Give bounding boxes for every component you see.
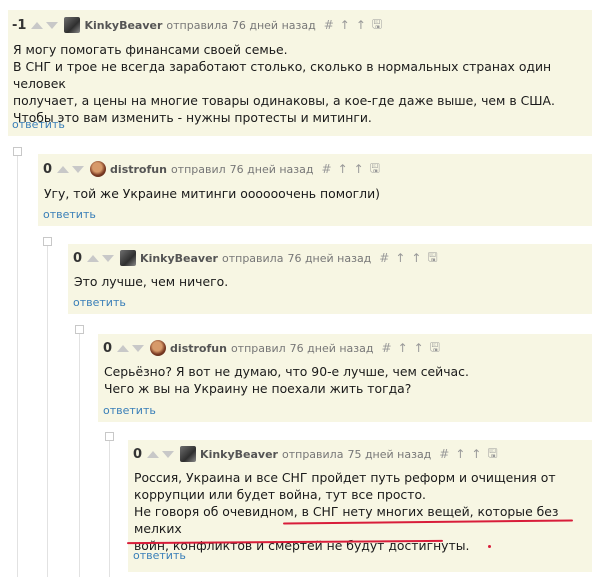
thread-icon[interactable]: ↑ — [356, 18, 366, 32]
collapse-toggle[interactable] — [105, 432, 114, 441]
username[interactable]: distrofun — [170, 342, 227, 355]
downvote-icon[interactable] — [46, 21, 59, 29]
comment-line: Угу, той же Украине митинги оооооочень п… — [44, 186, 380, 201]
action-text: отправил — [230, 341, 286, 355]
comment-line: Чего ж вы на Украину не поехали жить тог… — [104, 381, 412, 396]
username[interactable]: distrofun — [110, 163, 167, 176]
comment-line: Это лучше, чем ничего. — [74, 274, 229, 289]
upvote-icon[interactable] — [147, 450, 160, 458]
thread-line — [47, 242, 48, 577]
comment-line: Серьёзно? Я вот не думаю, что 90-е лучше… — [104, 364, 469, 379]
thread-icon[interactable]: ↑ — [354, 162, 364, 176]
upvote-icon[interactable] — [31, 21, 44, 29]
upvote-icon[interactable] — [87, 254, 100, 262]
user-avatar[interactable] — [90, 161, 107, 177]
action-text: отправила — [221, 251, 284, 265]
upvote-icon[interactable] — [57, 165, 70, 173]
anchor-icon[interactable]: # — [439, 447, 449, 461]
username[interactable]: KinkyBeaver — [84, 19, 162, 32]
parent-icon[interactable]: ↑ — [395, 251, 405, 265]
comment-line: В СНГ и трое не всегда заработают стольк… — [13, 59, 552, 91]
comment-body: Я могу помогать финансами своей семье. В… — [13, 41, 588, 126]
save-icon[interactable]: 🖫 — [427, 248, 437, 269]
rating: -1 — [12, 17, 27, 33]
downvote-icon[interactable] — [132, 344, 145, 352]
save-icon[interactable]: 🖫 — [372, 15, 382, 36]
collapse-toggle[interactable] — [43, 237, 52, 246]
comment-1: -1 KinkyBeaver отправила 76 дней назад #… — [8, 10, 592, 136]
username[interactable]: KinkyBeaver — [200, 448, 278, 461]
save-icon[interactable]: 🖫 — [430, 338, 440, 359]
annotation-dot — [488, 545, 491, 548]
action-text: отправил — [170, 162, 226, 176]
parent-icon[interactable]: ↑ — [340, 18, 350, 32]
anchor-icon[interactable]: # — [379, 251, 389, 265]
comment-header: 0 distrofun отправил 76 дней назад # ↑ ↑… — [103, 336, 446, 360]
timestamp[interactable]: 75 дней назад — [347, 448, 431, 461]
collapse-toggle[interactable] — [13, 147, 22, 156]
thread-icon[interactable]: ↑ — [471, 447, 481, 461]
downvote-icon[interactable] — [72, 165, 85, 173]
comment-header: 0 KinkyBeaver отправила 75 дней назад # … — [133, 442, 504, 466]
thread-line — [109, 437, 110, 577]
collapse-toggle[interactable] — [75, 325, 84, 334]
reply-link[interactable]: ответить — [43, 208, 96, 221]
comment-line: Чтобы это вам изменить - нужны протесты … — [13, 110, 372, 125]
comment-line: Я могу помогать финансами своей семье. — [13, 42, 288, 57]
anchor-icon[interactable]: # — [324, 18, 334, 32]
timestamp[interactable]: 76 дней назад — [287, 252, 371, 265]
timestamp[interactable]: 76 дней назад — [290, 342, 374, 355]
rating: 0 — [103, 340, 113, 356]
user-avatar[interactable] — [150, 340, 167, 356]
user-avatar[interactable] — [120, 250, 137, 266]
thread-icon[interactable]: ↑ — [411, 251, 421, 265]
parent-icon[interactable]: ↑ — [338, 162, 348, 176]
comment-line: Россия, Украина и все СНГ пройдет путь р… — [134, 470, 556, 485]
reply-link[interactable]: ответить — [103, 404, 156, 417]
username[interactable]: KinkyBeaver — [140, 252, 218, 265]
thread-icon[interactable]: ↑ — [414, 341, 424, 355]
comment-header: 0 distrofun отправил 76 дней назад # ↑ ↑… — [43, 157, 386, 181]
action-text: отправила — [166, 18, 228, 32]
reply-link[interactable]: ответить — [12, 118, 65, 131]
thread-line — [17, 152, 18, 577]
timestamp[interactable]: 76 дней назад — [232, 19, 316, 32]
save-icon[interactable]: 🖫 — [370, 159, 380, 180]
user-avatar[interactable] — [64, 17, 81, 33]
save-icon[interactable]: 🖫 — [487, 444, 497, 465]
reply-link[interactable]: ответить — [133, 549, 186, 562]
upvote-icon[interactable] — [117, 344, 130, 352]
thread-line — [79, 330, 80, 577]
comment-body: Серьёзно? Я вот не думаю, что 90-е лучше… — [104, 363, 584, 397]
user-avatar[interactable] — [180, 446, 197, 462]
rating: 0 — [133, 446, 143, 462]
comment-header: -1 KinkyBeaver отправила 76 дней назад #… — [12, 13, 388, 37]
comment-line: коррупции или будет война, тут все прост… — [134, 487, 426, 502]
anchor-icon[interactable]: # — [382, 341, 392, 355]
comment-line: получает, а цены на многие товары одинак… — [13, 93, 555, 108]
downvote-icon[interactable] — [102, 254, 115, 262]
rating: 0 — [43, 161, 53, 177]
comment-header: 0 KinkyBeaver отправила 76 дней назад # … — [73, 246, 444, 270]
parent-icon[interactable]: ↑ — [398, 341, 408, 355]
comment-3: 0 KinkyBeaver отправила 76 дней назад # … — [68, 244, 592, 314]
rating: 0 — [73, 250, 83, 266]
anchor-icon[interactable]: # — [322, 162, 332, 176]
comment-4: 0 distrofun отправил 76 дней назад # ↑ ↑… — [98, 334, 592, 422]
reply-link[interactable]: ответить — [73, 296, 126, 309]
action-text: отправила — [281, 447, 344, 461]
downvote-icon[interactable] — [162, 450, 175, 458]
comment-2: 0 distrofun отправил 76 дней назад # ↑ ↑… — [38, 154, 592, 226]
comment-body: Угу, той же Украине митинги оооооочень п… — [44, 185, 584, 202]
comment-body: Это лучше, чем ничего. — [74, 273, 584, 290]
comment-5: 0 KinkyBeaver отправила 75 дней назад # … — [128, 440, 592, 572]
timestamp[interactable]: 76 дней назад — [230, 163, 314, 176]
parent-icon[interactable]: ↑ — [455, 447, 465, 461]
